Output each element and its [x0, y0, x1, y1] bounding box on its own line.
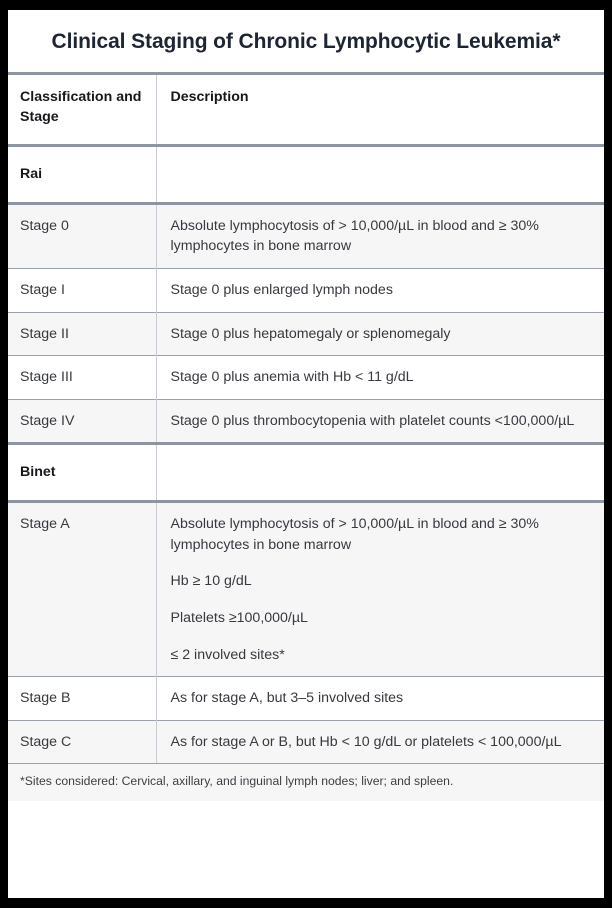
section-header-row-binet: Binet [8, 443, 604, 502]
table-row: Stage III Stage 0 plus anemia with Hb < … [8, 355, 604, 400]
stage-description: Absolute lymphocytosis of > 10,000/µL in… [155, 501, 604, 677]
table-row: Stage II Stage 0 plus hepatomegaly or sp… [8, 312, 604, 356]
description-paragraph: As for stage A, but 3–5 involved sites [170, 690, 404, 707]
stage-label: Stage A [8, 501, 156, 677]
description-paragraph: Platelets ≥100,000/µL [170, 610, 308, 627]
section-header-spacer [155, 145, 604, 204]
stage-label: Stage 0 [8, 203, 156, 269]
description-paragraph: Stage 0 plus enlarged lymph nodes [170, 281, 393, 298]
stage-description: Stage 0 plus hepatomegaly or splenomegal… [155, 312, 604, 356]
stage-label: Stage B [8, 676, 156, 721]
column-header-classification-and-stage: Classification and Stage [20, 88, 142, 126]
table-row: Stage IV Stage 0 plus thrombocytopenia w… [8, 399, 604, 444]
table-row: Stage 0 Absolute lymphocytosis of > 10,0… [8, 203, 604, 269]
description-paragraph: Stage 0 plus hepatomegaly or splenomegal… [170, 325, 451, 342]
section-title-binet: Binet [8, 443, 156, 502]
section-header-spacer [155, 443, 604, 502]
table-header-row: Classification and Stage Description [8, 73, 604, 146]
stage-label: Stage IV [8, 399, 156, 444]
stage-description: Stage 0 plus thrombocytopenia with plate… [155, 399, 604, 444]
table-row: Stage I Stage 0 plus enlarged lymph node… [8, 268, 604, 312]
stage-label: Stage II [8, 312, 156, 356]
clinical-staging-table: Classification and Stage Description Rai… [8, 72, 604, 764]
stage-description: As for stage A or B, but Hb < 10 g/dL or… [155, 720, 604, 764]
description-paragraph: Hb ≥ 10 g/dL [170, 573, 252, 590]
section-header-row-rai: Rai [8, 145, 604, 204]
stage-label: Stage III [8, 355, 156, 400]
column-header-description: Description [155, 73, 604, 146]
stage-description: Stage 0 plus anemia with Hb < 11 g/dL [155, 355, 604, 400]
description-paragraph: Stage 0 plus anemia with Hb < 11 g/dL [170, 369, 414, 386]
stage-label: Stage C [8, 720, 156, 764]
stage-description: As for stage A, but 3–5 involved sites [155, 676, 604, 721]
stage-description: Absolute lymphocytosis of > 10,000/µL in… [155, 203, 604, 269]
description-paragraph: ≤ 2 involved sites* [170, 646, 285, 663]
description-paragraph: Stage 0 plus thrombocytopenia with plate… [170, 412, 575, 429]
table-card: Clinical Staging of Chronic Lymphocytic … [8, 10, 604, 898]
title-block: Clinical Staging of Chronic Lymphocytic … [8, 10, 604, 72]
table-footnote: *Sites considered: Cervical, axillary, a… [8, 763, 604, 801]
table-row: Stage A Absolute lymphocytosis of > 10,0… [8, 501, 604, 677]
stage-description: Stage 0 plus enlarged lymph nodes [155, 268, 604, 312]
table-row: Stage B As for stage A, but 3–5 involved… [8, 676, 604, 721]
table-row: Stage C As for stage A or B, but Hb < 10… [8, 720, 604, 764]
stage-label: Stage I [8, 268, 156, 312]
description-paragraph: Absolute lymphocytosis of > 10,000/µL in… [170, 217, 539, 255]
description-paragraph: As for stage A or B, but Hb < 10 g/dL or… [170, 733, 562, 750]
section-title-rai: Rai [8, 145, 156, 204]
description-paragraph: Absolute lymphocytosis of > 10,000/µL in… [170, 516, 539, 553]
page-title: Clinical Staging of Chronic Lymphocytic … [51, 30, 561, 53]
